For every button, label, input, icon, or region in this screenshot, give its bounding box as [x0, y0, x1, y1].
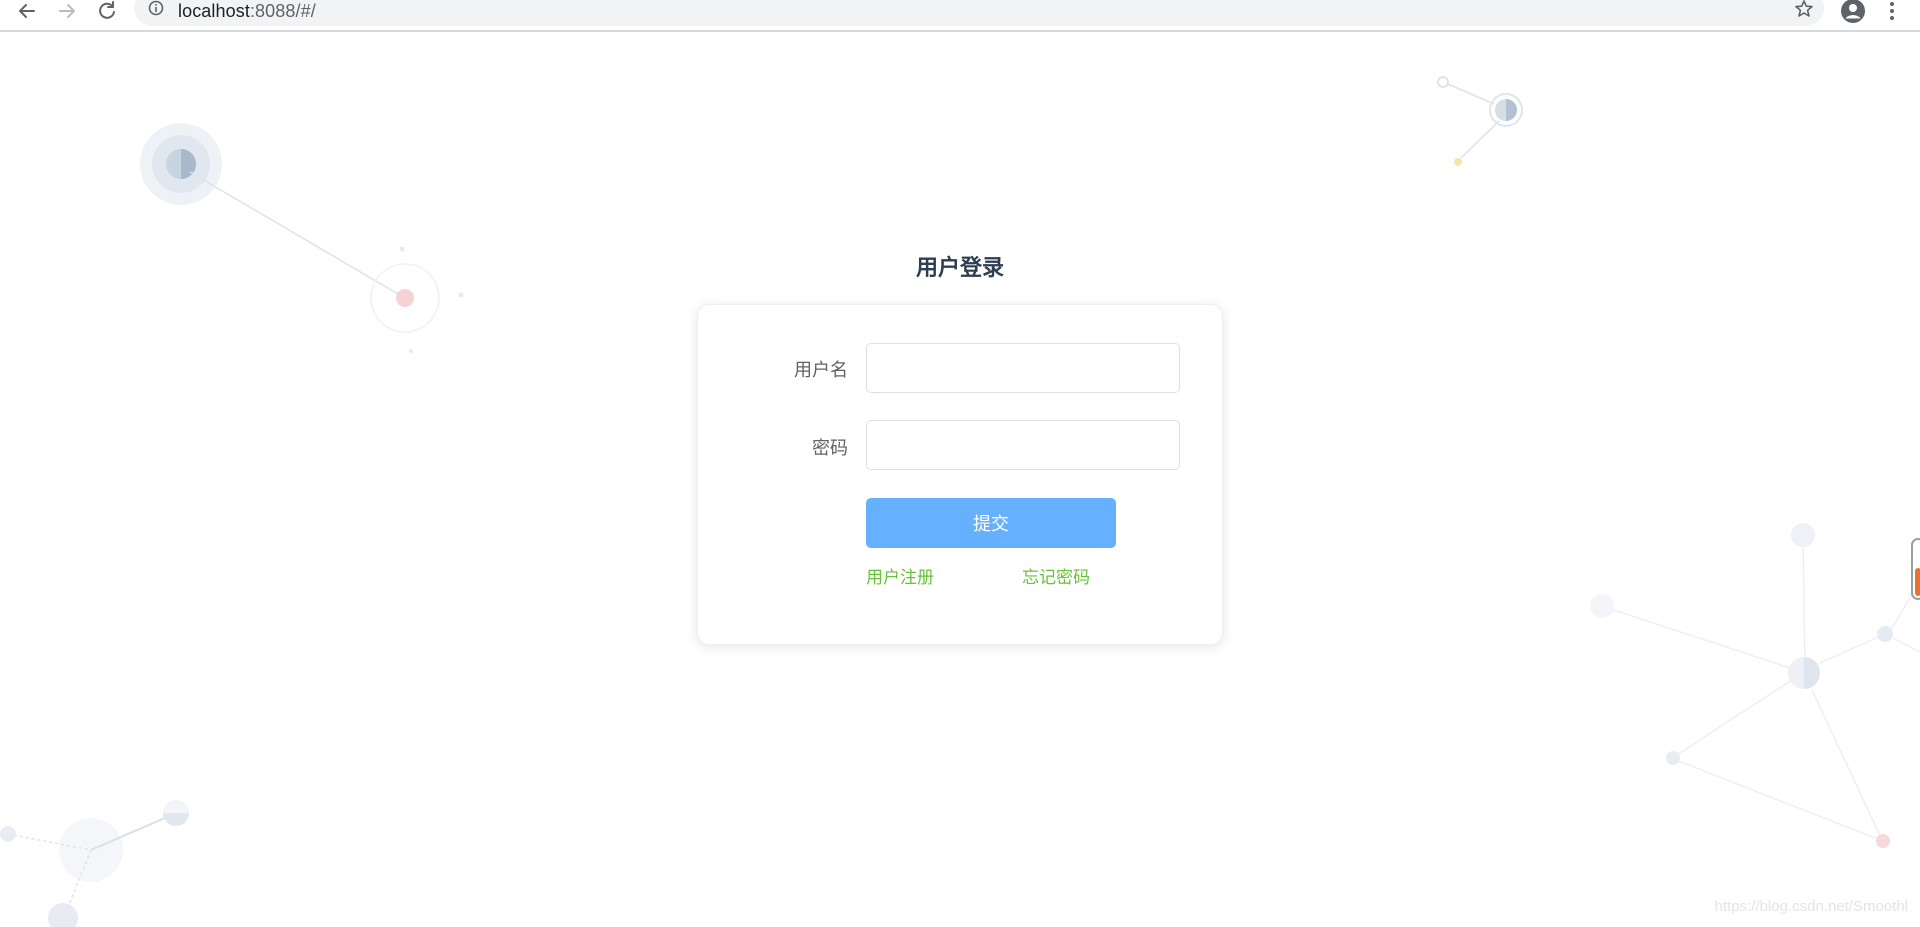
forgot-password-link[interactable]: 忘记密码	[1022, 563, 1090, 588]
side-widget-handle[interactable]	[1911, 538, 1920, 600]
side-widget-fill	[1915, 568, 1920, 596]
login-card: 用户名 密码 提交 用户注册 忘记密码	[697, 304, 1223, 645]
username-input[interactable]	[866, 343, 1180, 393]
submit-button[interactable]: 提交	[866, 498, 1116, 548]
register-link[interactable]: 用户注册	[866, 563, 934, 588]
watermark: https://blog.csdn.net/Smoothl	[1714, 898, 1908, 915]
username-label: 用户名	[794, 360, 848, 381]
login-title: 用户登录	[915, 256, 1004, 281]
password-input[interactable]	[866, 420, 1180, 470]
password-label: 密码	[812, 438, 848, 459]
